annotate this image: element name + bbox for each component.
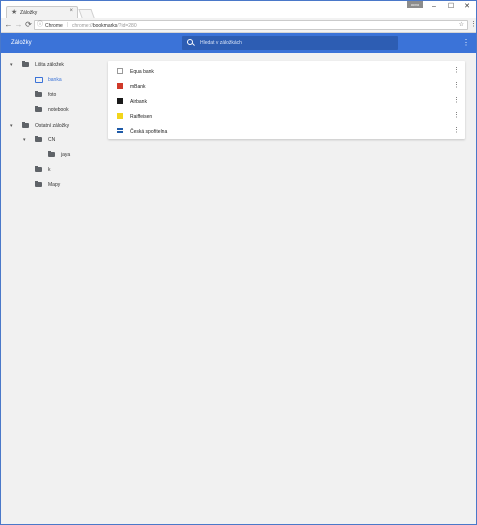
more-actions-icon[interactable]: ⋮ xyxy=(453,126,460,136)
info-icon[interactable]: ⓘ xyxy=(37,21,43,30)
app-header: Záložky Hledat v záložkách ⋮ xyxy=(1,33,476,53)
expand-arrow-icon[interactable]: ▾ xyxy=(23,137,26,143)
more-actions-icon[interactable]: ⋮ xyxy=(453,81,460,91)
bookmark-title: Airbank xyxy=(130,99,147,105)
app-menu-icon[interactable]: ⋮ xyxy=(462,38,470,48)
more-actions-icon[interactable]: ⋮ xyxy=(453,96,460,106)
separator: | xyxy=(67,22,69,28)
new-tab-button[interactable] xyxy=(78,9,95,18)
more-actions-icon[interactable]: ⋮ xyxy=(453,111,460,121)
scheme-label: Chrome xyxy=(45,23,63,29)
folder-icon xyxy=(35,106,42,112)
folder-icon xyxy=(48,151,55,157)
user-badge[interactable]: ocvo xyxy=(407,1,423,8)
folder-icon xyxy=(35,181,42,187)
url-text[interactable]: chrome://bookmarks/?id=280 xyxy=(72,23,137,29)
folder-icon xyxy=(22,122,29,128)
airbank-favicon-icon xyxy=(117,98,123,104)
tab-title: Záložky xyxy=(20,10,38,16)
bookmark-item-ceska-sporitelna[interactable]: Česká spořitelna ⋮ xyxy=(108,124,465,139)
tree-node-label: Mapy xyxy=(48,182,61,188)
browser-toolbar: ← → ⟳ ⓘ Chrome | chrome://bookmarks/?id=… xyxy=(1,18,477,33)
bookmark-title: Raiffeisen xyxy=(130,114,153,120)
folder-icon xyxy=(35,136,42,142)
bookmark-title: Česká spořitelna xyxy=(130,129,168,135)
expand-arrow-icon[interactable]: ▾ xyxy=(10,62,13,68)
tree-node-label: notebook xyxy=(48,107,69,113)
forward-arrow-icon[interactable]: → xyxy=(14,20,23,30)
search-placeholder: Hledat v záložkách xyxy=(200,40,242,46)
equa-bank-favicon-icon xyxy=(117,68,123,74)
raiffeisen-favicon-icon xyxy=(117,113,123,119)
bookmark-item-mbank[interactable]: mBank ⋮ xyxy=(108,79,465,94)
address-bar[interactable]: ⓘ Chrome | chrome://bookmarks/?id=280 ☆ xyxy=(34,20,468,30)
tree-node-label: Lišta záložek xyxy=(35,62,64,68)
close-tab-icon[interactable]: × xyxy=(69,8,73,14)
bookmark-title: Equa bank xyxy=(130,69,154,75)
bookmark-list: Equa bank ⋮ mBank ⋮ Airbank ⋮ Raiffeisen… xyxy=(108,61,465,139)
tree-node-label: k xyxy=(48,167,51,173)
reload-icon[interactable]: ⟳ xyxy=(24,20,33,30)
page-title: Záložky xyxy=(11,40,32,46)
expand-arrow-icon[interactable]: ▾ xyxy=(10,123,13,129)
star-icon: ★ xyxy=(11,9,18,16)
folder-icon xyxy=(35,91,42,97)
tree-node-label: foto xyxy=(48,92,57,98)
tree-node-label: CN xyxy=(48,137,56,143)
bookmark-item-airbank[interactable]: Airbank ⋮ xyxy=(108,94,465,109)
more-actions-icon[interactable]: ⋮ xyxy=(453,66,460,76)
folder-icon xyxy=(35,166,42,172)
folder-icon xyxy=(22,61,29,67)
title-bar: ★ Záložky × ocvo – ☐ ✕ xyxy=(1,1,476,18)
tree-node-label: banka xyxy=(48,77,62,83)
browser-menu-icon[interactable]: ⋮ xyxy=(470,20,477,30)
tab-bookmarks[interactable]: ★ Záložky × xyxy=(6,6,78,18)
search-input[interactable]: Hledat v záložkách xyxy=(182,36,398,50)
search-icon xyxy=(187,39,193,45)
bookmark-item-equa-bank[interactable]: Equa bank ⋮ xyxy=(108,64,465,79)
folder-open-icon xyxy=(35,77,43,83)
minimize-button[interactable]: – xyxy=(427,2,441,12)
maximize-button[interactable]: ☐ xyxy=(444,2,458,12)
close-window-button[interactable]: ✕ xyxy=(460,2,474,12)
back-arrow-icon[interactable]: ← xyxy=(4,20,13,30)
bookmark-title: mBank xyxy=(130,84,146,90)
bookmark-item-raiffeisen[interactable]: Raiffeisen ⋮ xyxy=(108,109,465,124)
tree-node-label: Ostatní záložky xyxy=(35,123,70,129)
browser-window: ★ Záložky × ocvo – ☐ ✕ ← → ⟳ ⓘ Chrome | … xyxy=(0,0,477,525)
tree-node-label: jaya xyxy=(61,152,71,158)
bookmark-star-icon[interactable]: ☆ xyxy=(459,21,464,30)
mbank-favicon-icon xyxy=(117,83,123,89)
ceska-sporitelna-favicon-icon xyxy=(117,128,123,133)
